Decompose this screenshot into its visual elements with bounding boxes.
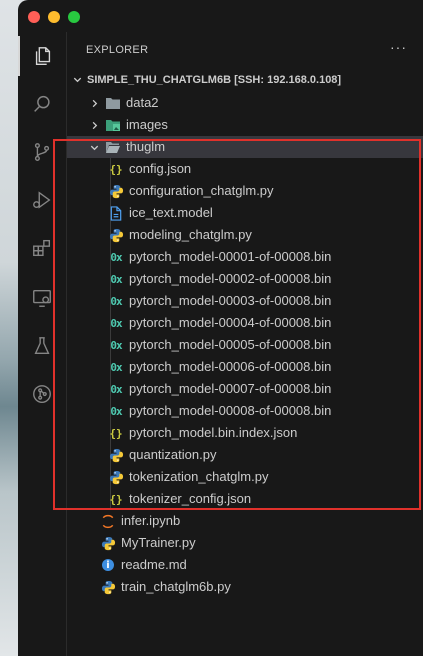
explorer-header: EXPLORER ···	[67, 39, 423, 60]
tree-file-item[interactable]: train_chatglm6b.py	[67, 576, 423, 598]
binary-file-icon: 0x	[110, 294, 122, 308]
json-file-icon: {}	[109, 162, 123, 176]
tree-item-label: config.json	[129, 161, 192, 176]
tree-file-item[interactable]: MyTrainer.py	[67, 532, 423, 554]
tree-item-label: infer.ipynb	[121, 513, 181, 528]
tree-file-item[interactable]: 0x pytorch_model-00007-of-00008.bin	[67, 378, 423, 400]
tree-file-item[interactable]: 0x pytorch_model-00006-of-00008.bin	[67, 356, 423, 378]
minimize-window-button[interactable]	[48, 11, 60, 23]
tree-item-label: tokenization_chatglm.py	[129, 469, 269, 484]
binary-file-icon: 0x	[110, 272, 122, 286]
maximize-window-button[interactable]	[68, 11, 80, 23]
jupyter-notebook-icon	[100, 513, 116, 529]
tree-item-label: pytorch_model-00006-of-00008.bin	[129, 359, 332, 374]
tree-folder-item[interactable]: data2	[67, 92, 423, 114]
json-file-icon: {}	[109, 426, 123, 440]
python-file-icon	[108, 447, 124, 463]
binary-file-icon: 0x	[110, 382, 122, 396]
tree-file-item[interactable]: i readme.md	[67, 554, 423, 576]
binary-file-icon: 0x	[110, 338, 122, 352]
chevron-right-icon	[89, 97, 100, 112]
tree-item-label: readme.md	[121, 557, 187, 572]
binary-file-icon: 0x	[110, 404, 122, 418]
tree-file-item[interactable]: 0x pytorch_model-00005-of-00008.bin	[67, 334, 423, 356]
workspace-root-label: SIMPLE_THU_CHATGLM6B [SSH: 192.168.0.108…	[87, 74, 342, 86]
images-folder-icon	[105, 117, 121, 133]
info-file-icon: i	[100, 557, 116, 573]
remote-explorer-icon[interactable]	[18, 278, 66, 318]
tree-file-item[interactable]: {} config.json	[67, 158, 423, 180]
explorer-title: EXPLORER	[86, 44, 149, 56]
tree-file-item[interactable]: modeling_chatglm.py	[67, 224, 423, 246]
chevron-right-icon	[89, 119, 100, 134]
run-debug-icon[interactable]	[18, 180, 66, 220]
close-window-button[interactable]	[28, 11, 40, 23]
tree-item-label: pytorch_model-00001-of-00008.bin	[129, 249, 332, 264]
tree-item-label: pytorch_model-00007-of-00008.bin	[129, 381, 332, 396]
tree-item-label: train_chatglm6b.py	[121, 579, 231, 594]
vscode-window: EXPLORER ··· SIMPLE_THU_CHATGLM6B [SSH: …	[18, 0, 423, 656]
folder-open-icon	[105, 139, 121, 155]
chevron-down-icon	[72, 74, 83, 88]
tree-file-item[interactable]: 0x pytorch_model-00002-of-00008.bin	[67, 268, 423, 290]
binary-file-icon: 0x	[110, 316, 122, 330]
tree-file-item[interactable]: ice_text.model	[67, 202, 423, 224]
tree-item-label: tokenizer_config.json	[129, 491, 252, 506]
files-icon[interactable]	[18, 36, 66, 76]
folder-icon	[105, 95, 121, 111]
tree-file-item[interactable]: 0x pytorch_model-00008-of-00008.bin	[67, 400, 423, 422]
tree-item-label: thuglm	[126, 139, 166, 154]
tree-item-label: pytorch_model.bin.index.json	[129, 425, 298, 440]
tree-item-label: pytorch_model-00003-of-00008.bin	[129, 293, 332, 308]
python-file-icon	[108, 227, 124, 243]
tree-item-label: quantization.py	[129, 447, 217, 462]
more-actions-button[interactable]: ···	[390, 39, 407, 55]
tree-file-item[interactable]: tokenization_chatglm.py	[67, 466, 423, 488]
binary-file-icon: 0x	[110, 360, 122, 374]
tree-file-item[interactable]: {} pytorch_model.bin.index.json	[67, 422, 423, 444]
testing-icon[interactable]	[18, 326, 66, 366]
tree-item-label: data2	[126, 95, 159, 110]
tree-file-item[interactable]: 0x pytorch_model-00004-of-00008.bin	[67, 312, 423, 334]
tree-item-label: pytorch_model-00002-of-00008.bin	[129, 271, 332, 286]
tree-item-label: pytorch_model-00004-of-00008.bin	[129, 315, 332, 330]
extensions-icon[interactable]	[18, 228, 66, 268]
python-file-icon	[108, 183, 124, 199]
tree-file-item[interactable]: configuration_chatglm.py	[67, 180, 423, 202]
tree-item-label: ice_text.model	[129, 205, 213, 220]
tree-folder-item[interactable]: images	[67, 114, 423, 136]
source-control-icon[interactable]	[18, 132, 66, 172]
tree-item-label: pytorch_model-00005-of-00008.bin	[129, 337, 332, 352]
json-file-icon: {}	[109, 492, 123, 506]
git-graph-icon[interactable]	[18, 374, 66, 414]
tree-file-item[interactable]: quantization.py	[67, 444, 423, 466]
explorer-sidebar: EXPLORER ··· SIMPLE_THU_CHATGLM6B [SSH: …	[67, 32, 423, 656]
search-icon[interactable]	[18, 84, 66, 124]
tree-item-label: pytorch_model-00008-of-00008.bin	[129, 403, 332, 418]
binary-file-icon: 0x	[110, 250, 122, 264]
tree-item-label: modeling_chatglm.py	[129, 227, 252, 242]
tree-item-label: MyTrainer.py	[121, 535, 196, 550]
tree-item-label: images	[126, 117, 168, 132]
python-file-icon	[100, 535, 116, 551]
python-file-icon	[108, 469, 124, 485]
python-file-icon	[100, 579, 116, 595]
tree-file-item[interactable]: infer.ipynb	[67, 510, 423, 532]
activity-bar	[18, 32, 67, 656]
chevron-down-icon	[89, 141, 100, 156]
workspace-root[interactable]: SIMPLE_THU_CHATGLM6B [SSH: 192.168.0.108…	[67, 70, 423, 92]
tree-file-item[interactable]: 0x pytorch_model-00003-of-00008.bin	[67, 290, 423, 312]
tree-item-label: configuration_chatglm.py	[129, 183, 274, 198]
tree-file-item[interactable]: 0x pytorch_model-00001-of-00008.bin	[67, 246, 423, 268]
tree-file-item[interactable]: {} tokenizer_config.json	[67, 488, 423, 510]
file-icon	[108, 205, 124, 221]
tree-folder-item[interactable]: thuglm	[67, 136, 423, 158]
